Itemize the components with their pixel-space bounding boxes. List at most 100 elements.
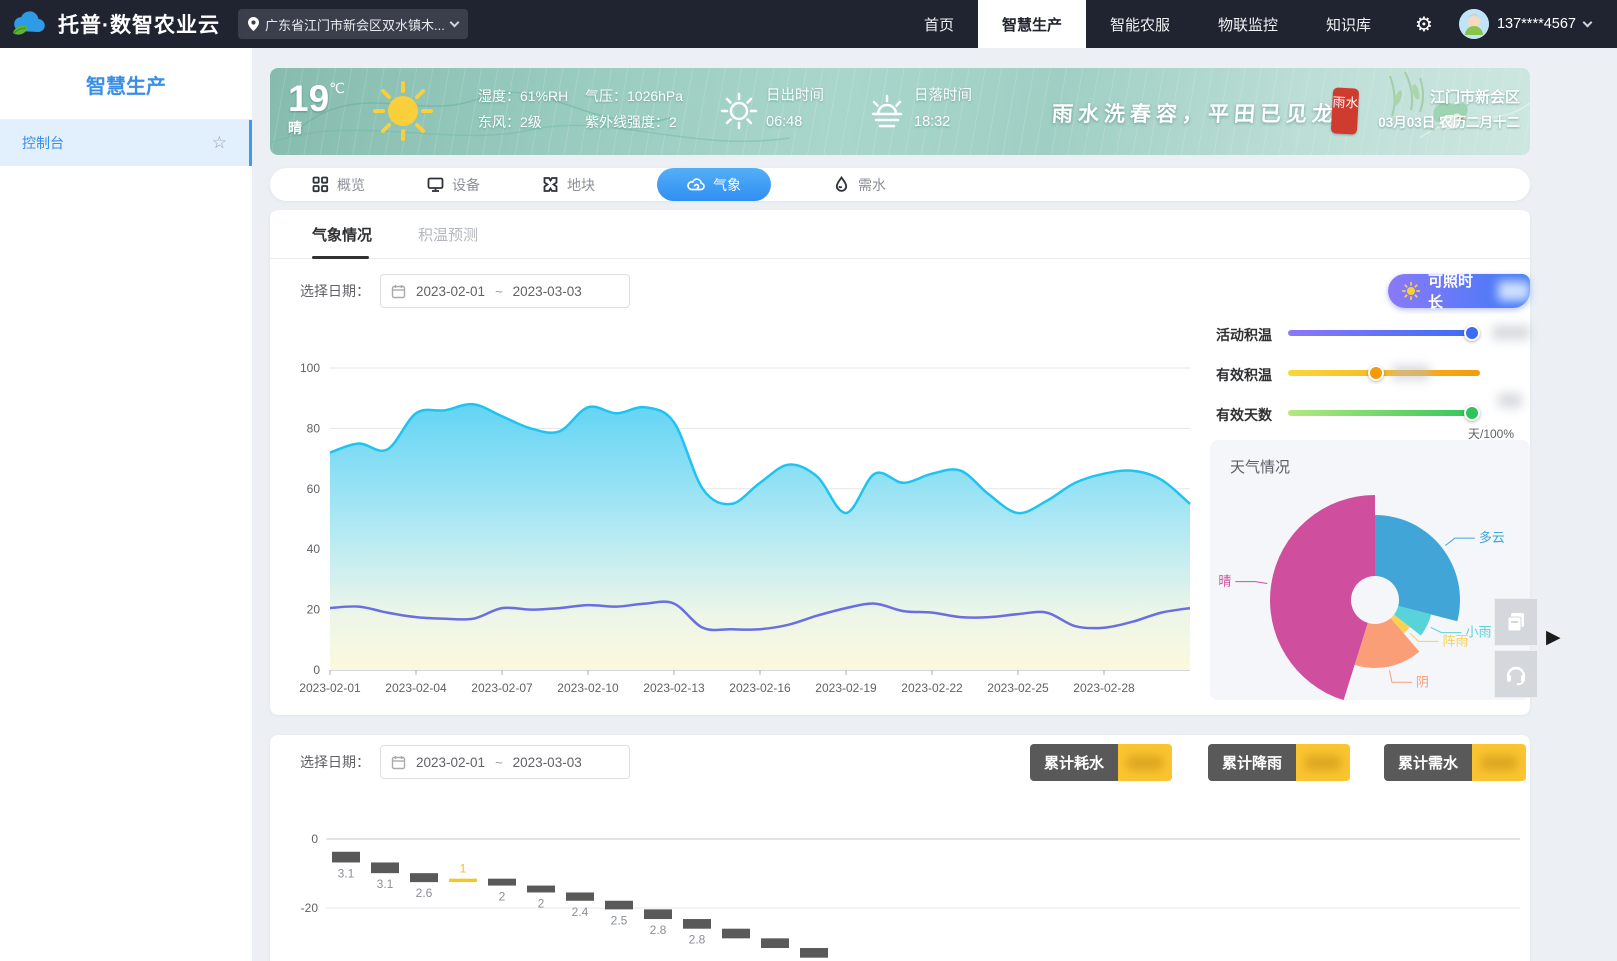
svg-text:多云: 多云 — [1479, 530, 1505, 545]
location-text: 广东省江门市新会区双水镇木... — [265, 15, 445, 34]
sunshine-duration-value-redacted — [1498, 281, 1530, 301]
nav-item-knowledge[interactable]: 知识库 — [1302, 0, 1395, 48]
date-filter-bottom: 选择日期： 2023-02-01 ~ 2023-03-03 — [300, 745, 630, 779]
sunshine-sun-icon — [1402, 282, 1420, 300]
svg-text:2023-02-13: 2023-02-13 — [643, 681, 705, 695]
svg-text:0: 0 — [311, 832, 318, 846]
slider-track-1[interactable] — [1288, 370, 1480, 376]
slider-thumb-2[interactable] — [1464, 405, 1480, 421]
effective-days-value-redacted — [1498, 393, 1522, 408]
svg-text:100: 100 — [300, 361, 320, 375]
svg-text:2.8: 2.8 — [650, 923, 667, 937]
date-range-input[interactable]: 2023-02-01 ~ 2023-03-03 — [380, 274, 630, 308]
date-separator: ~ — [495, 284, 503, 299]
tab-plot[interactable]: 地块 — [542, 175, 595, 195]
nav-item-smart-production[interactable]: 智慧生产 — [978, 0, 1086, 48]
tab-water[interactable]: 需水 — [833, 175, 886, 195]
location-selector[interactable]: 广东省江门市新会区双水镇木... — [238, 9, 468, 39]
slider-track-2[interactable] — [1288, 410, 1480, 416]
svg-text:阵雨: 阵雨 — [1442, 633, 1468, 648]
svg-text:2023-02-16: 2023-02-16 — [729, 681, 791, 695]
region-block: 江门市新会区 03月03日 农历二月十二 — [1378, 86, 1520, 131]
grid-icon — [312, 176, 329, 193]
slider-thumb-0[interactable] — [1464, 325, 1480, 341]
sunrise-label: 日出时间 — [766, 83, 824, 109]
svg-text:晴: 晴 — [1218, 574, 1231, 589]
sunrise-block: 日出时间 06:48 — [766, 83, 824, 135]
message-docs-button[interactable] — [1494, 598, 1538, 646]
main-nav: 首页 智慧生产 智能农服 物联监控 知识库 ⚙ 137****4567 — [900, 0, 1617, 48]
sunshine-duration-button[interactable]: 可照时长 — [1388, 274, 1530, 308]
active-accum-temp-value-redacted — [1492, 325, 1530, 340]
tab-overview[interactable]: 概览 — [312, 175, 365, 195]
total-water-demand-value — [1472, 744, 1526, 781]
svg-text:80: 80 — [307, 421, 321, 435]
sidebar-item-label: 控制台 — [22, 133, 64, 153]
uv-label: 紫外线强度： — [585, 114, 669, 130]
tab-overview-label: 概览 — [337, 175, 365, 195]
star-icon[interactable]: ☆ — [212, 133, 227, 153]
svg-text:小雨: 小雨 — [1465, 625, 1491, 640]
subtab-accum-temp-forecast[interactable]: 积温预测 — [418, 224, 478, 245]
content-area: 19℃ 晴 湿度：61%RH 东风：2级 气压 — [252, 48, 1617, 961]
section-tabbar: 概览 设备 地块 — [270, 168, 1530, 201]
water-waterfall-chart: 0-20-403.13.12.61222.42.52.82.8 — [270, 795, 1530, 961]
svg-text:2023-02-07: 2023-02-07 — [471, 681, 533, 695]
user-chevron-down-icon — [1583, 17, 1593, 27]
nav-item-smart-service[interactable]: 智能农服 — [1086, 0, 1194, 48]
nav-item-home[interactable]: 首页 — [900, 0, 978, 48]
humidity-label: 湿度： — [478, 88, 520, 104]
weather-area-chart: 0204060801002023-02-012023-02-042023-02-… — [270, 310, 1205, 700]
active-accum-temp-label: 活动积温 — [1216, 325, 1272, 345]
svg-text:2.8: 2.8 — [689, 933, 706, 947]
sunset-time: 18:32 — [914, 109, 972, 135]
sidebar: 智慧生产 控制台 ☆ — [0, 48, 252, 961]
svg-text:-20: -20 — [301, 901, 319, 915]
sunrise-time: 06:48 — [766, 109, 824, 135]
svg-text:2023-02-10: 2023-02-10 — [557, 681, 619, 695]
user-phone: 137****4567 — [1497, 16, 1576, 32]
svg-text:2.5: 2.5 — [611, 913, 628, 927]
sunset-label: 日落时间 — [914, 83, 972, 109]
weather-rose-chart: 多云小雨阵雨阴晴 — [1210, 450, 1530, 710]
tab-device[interactable]: 设备 — [427, 175, 480, 195]
tab-weather[interactable]: 气象 — [657, 168, 771, 201]
subtab-active-underline — [312, 256, 369, 259]
svg-text:20: 20 — [307, 603, 321, 617]
slider-thumb-1[interactable] — [1368, 365, 1384, 381]
svg-text:2023-02-25: 2023-02-25 — [987, 681, 1049, 695]
total-water-consumption-chip[interactable]: 累计耗水 — [1030, 744, 1172, 781]
sidebar-item-console[interactable]: 控制台 ☆ — [0, 120, 252, 166]
calendar-icon — [391, 284, 406, 299]
value-redacted — [1305, 756, 1341, 770]
date-end-bottom: 2023-03-03 — [513, 755, 582, 770]
total-rainfall-chip[interactable]: 累计降雨 — [1208, 744, 1350, 781]
panel-collapse-arrow[interactable]: ▶ — [1546, 626, 1561, 649]
total-rainfall-label: 累计降雨 — [1208, 744, 1296, 781]
tab-plot-label: 地块 — [567, 175, 595, 195]
total-water-demand-chip[interactable]: 累计需水 — [1384, 744, 1526, 781]
slider-track-0[interactable] — [1288, 330, 1480, 336]
sunrise-icon — [718, 90, 760, 132]
customer-service-button[interactable] — [1494, 650, 1538, 698]
svg-text:2: 2 — [499, 890, 506, 904]
solar-term-seal: 雨水 — [1331, 87, 1359, 134]
temperature-unit: ℃ — [329, 80, 345, 96]
svg-text:2023-02-04: 2023-02-04 — [385, 681, 447, 695]
subtab-weather-status[interactable]: 气象情况 — [312, 224, 372, 245]
user-menu[interactable]: 137****4567 — [1453, 9, 1617, 39]
documents-icon — [1504, 610, 1528, 634]
wind-label: 东风： — [478, 114, 520, 130]
settings-gear-icon[interactable]: ⚙ — [1395, 12, 1453, 37]
current-temp-block: 19℃ 晴 — [288, 78, 345, 138]
nav-item-iot-monitor[interactable]: 物联监控 — [1194, 0, 1302, 48]
date-filter-bottom-label: 选择日期： — [300, 752, 370, 772]
svg-text:40: 40 — [307, 542, 321, 556]
date-range-input-bottom[interactable]: 2023-02-01 ~ 2023-03-03 — [380, 745, 630, 779]
svg-text:2023-02-28: 2023-02-28 — [1073, 681, 1135, 695]
avatar — [1459, 9, 1489, 39]
calendar-icon — [391, 755, 406, 770]
sun-icon — [372, 80, 434, 142]
date-end: 2023-03-03 — [513, 284, 582, 299]
total-water-consumption-value — [1118, 744, 1172, 781]
